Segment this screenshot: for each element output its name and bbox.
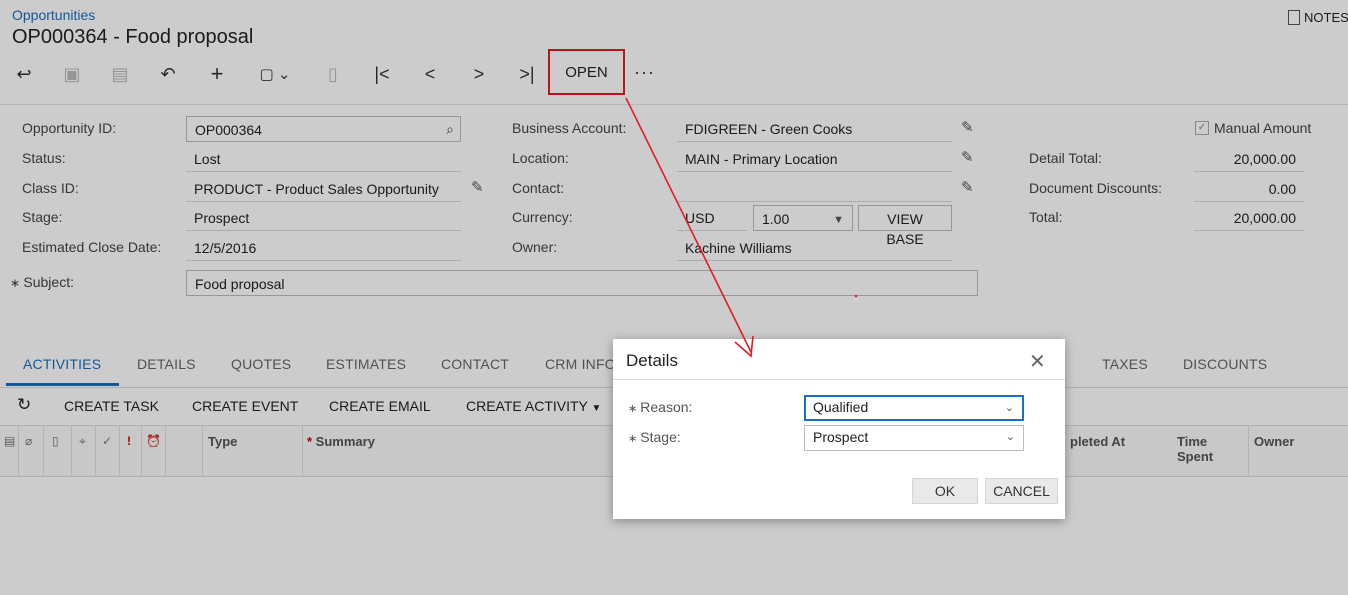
red-dot xyxy=(854,294,858,298)
arrow-line xyxy=(625,97,752,353)
annotation-arrow xyxy=(625,97,858,358)
